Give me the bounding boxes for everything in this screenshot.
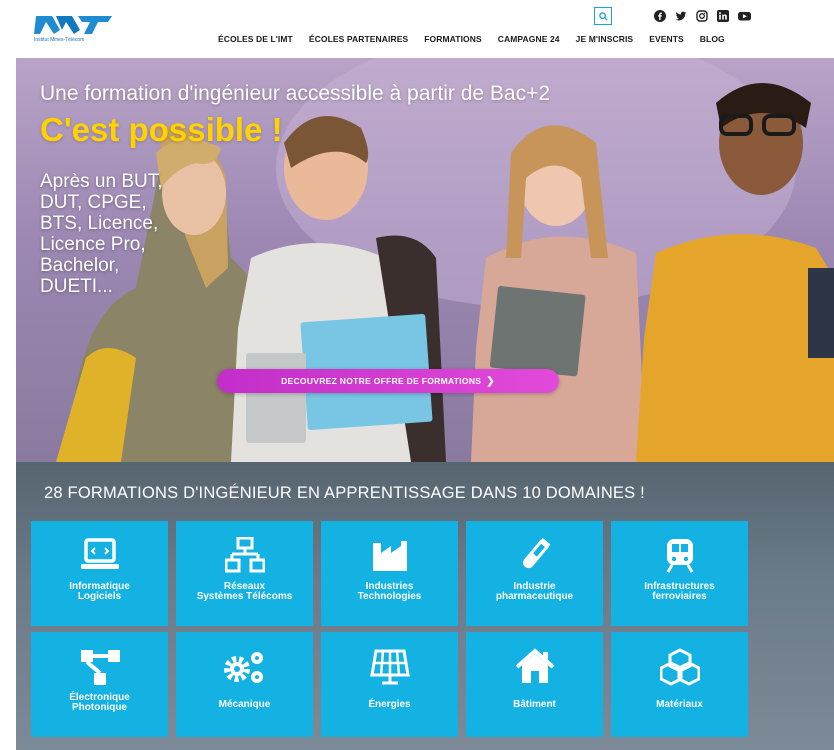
social-links [654, 9, 751, 22]
domain-label: Réseaux Systèmes Télécoms [196, 581, 293, 602]
domain-label: Énergies [368, 699, 411, 710]
search-icon [598, 11, 608, 21]
search-button[interactable] [594, 7, 612, 25]
youtube-icon[interactable] [738, 9, 751, 21]
domain-tile-batiment[interactable]: Bâtiment [466, 632, 603, 737]
nav-inscription[interactable]: JE M'INSCRIS [576, 34, 634, 44]
logo-subtitle: Institut Mines-Télécom [34, 37, 85, 43]
cta-label: DECOUVREZ NOTRE OFFRE DE FORMATIONS [281, 376, 482, 386]
hero-banner: Une formation d'ingénieur accessible à p… [16, 58, 834, 462]
hero-subtitle: Après un BUT, DUT, CPGE, BTS, Licence, L… [40, 171, 163, 297]
domain-tile-pharma[interactable]: Industrie pharmaceutique [466, 521, 603, 626]
facebook-icon[interactable] [654, 9, 666, 22]
solar-panel-icon [369, 649, 410, 685]
discover-formations-button[interactable]: DECOUVREZ NOTRE OFFRE DE FORMATIONS ❯ [217, 369, 559, 393]
domain-tile-informatique[interactable]: Informatique Logiciels [31, 521, 168, 626]
domains-title: 28 FORMATIONS D'INGÉNIEUR EN APPRENTISSA… [44, 484, 645, 502]
nav-campagne-24[interactable]: CAMPAGNE 24 [498, 34, 560, 44]
domain-label: Industrie pharmaceutique [495, 581, 574, 602]
main-nav: ÉCOLES DE L'IMT ÉCOLES PARTENAIRES FORMA… [218, 34, 741, 44]
domain-label: Matériaux [656, 699, 703, 710]
domain-label: Infrastructures ferroviaires [644, 581, 715, 602]
domain-tile-ferroviaire[interactable]: Infrastructures ferroviaires [611, 521, 748, 626]
domain-label: Mécanique [218, 699, 271, 710]
hero-title: Une formation d'ingénieur accessible à p… [40, 82, 551, 105]
cubes-icon [659, 648, 700, 686]
domain-tile-reseaux[interactable]: Réseaux Systèmes Télécoms [176, 521, 313, 626]
house-icon [515, 648, 554, 683]
chevron-right-icon: ❯ [486, 375, 495, 387]
domain-tile-industries[interactable]: Industries Technologies [321, 521, 458, 626]
domain-tile-mecanique[interactable]: Mécanique [176, 632, 313, 737]
linkedin-icon[interactable] [717, 9, 729, 22]
nav-events[interactable]: EVENTS [649, 34, 684, 44]
nav-ecoles-partenaires[interactable]: ÉCOLES PARTENAIRES [309, 34, 408, 44]
laptop-code-icon [80, 538, 119, 569]
domain-label: Industries Technologies [357, 581, 422, 602]
domain-label: Électronique Photonique [69, 692, 130, 713]
circuit-icon [80, 650, 120, 685]
domain-tile-energies[interactable]: Énergies [321, 632, 458, 737]
nav-blog[interactable]: BLOG [700, 34, 725, 44]
nav-formations[interactable]: FORMATIONS [424, 34, 482, 44]
domains-section: 28 FORMATIONS D'INGÉNIEUR EN APPRENTISSA… [16, 462, 834, 750]
factory-icon [372, 541, 407, 571]
instagram-icon[interactable] [696, 9, 708, 22]
nav-ecoles-imt[interactable]: ÉCOLES DE L'IMT [218, 34, 293, 44]
twitter-icon[interactable] [675, 9, 687, 21]
site-header: Institut Mines-Télécom ÉCOLES DE L'IMT É… [0, 0, 834, 58]
network-icon [224, 537, 265, 573]
train-icon [666, 539, 693, 573]
domain-tile-materiaux[interactable]: Matériaux [611, 632, 748, 737]
hero-tagline: C'est possible ! [40, 111, 283, 148]
gears-icon [223, 652, 263, 683]
domain-label: Informatique Logiciels [69, 581, 130, 602]
domain-label: Bâtiment [513, 699, 556, 710]
flask-icon [522, 537, 550, 569]
domain-tile-electronique[interactable]: Électronique Photonique [31, 632, 168, 737]
